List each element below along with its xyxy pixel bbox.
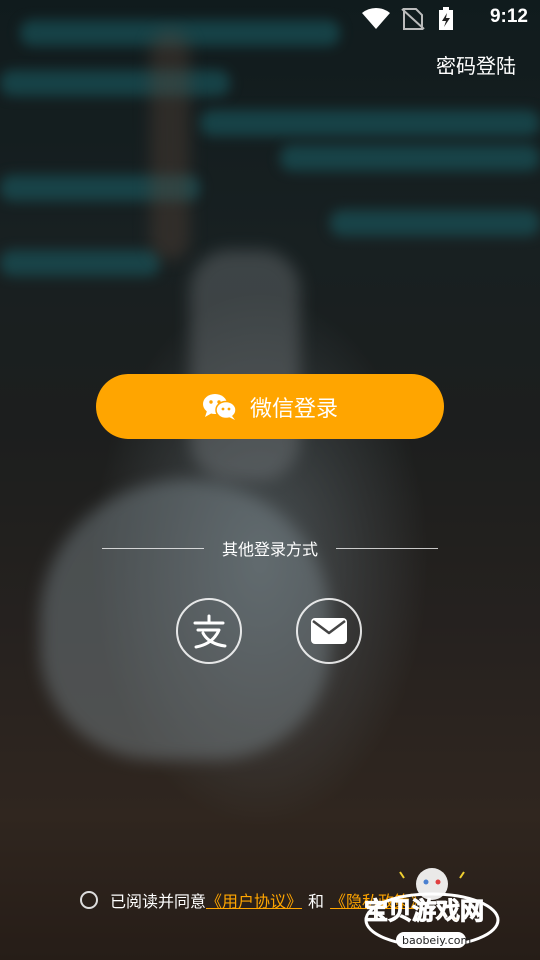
- watermark-text: 宝贝游戏网: [364, 897, 484, 925]
- watermark-logo: 宝贝游戏网 baobeiy.com: [364, 868, 500, 948]
- agreement-radio[interactable]: [80, 891, 98, 909]
- wifi-icon: [362, 7, 390, 30]
- wechat-login-button[interactable]: 微信登录: [96, 374, 444, 439]
- divider-line-right: [336, 547, 439, 549]
- alipay-icon: [193, 614, 227, 649]
- agreement-prefix: 已阅读并同意: [110, 892, 207, 911]
- other-login-divider: 其他登录方式: [102, 536, 439, 560]
- alipay-login-button[interactable]: [176, 598, 242, 664]
- status-time: 9:12: [489, 6, 528, 27]
- divider-line-left: [102, 547, 204, 549]
- other-login-label: 其他登录方式: [222, 540, 319, 559]
- status-bar: 9:12: [0, 0, 540, 36]
- login-screen: 9:12 密码登陆 微信登录 其他登录方式 已阅读并同意 《用户协议》 和 《隐…: [0, 0, 540, 960]
- battery-charging-icon: [439, 7, 453, 30]
- email-icon: [311, 618, 347, 644]
- wechat-icon: [202, 393, 237, 420]
- user-agreement-link[interactable]: 《用户协议》: [206, 888, 302, 912]
- wechat-login-label: 微信登录: [249, 396, 338, 422]
- agreement-and: 和: [308, 892, 325, 911]
- no-sim-icon: [401, 8, 425, 30]
- watermark: 宝贝游戏网 baobeiy.com: [360, 862, 510, 954]
- watermark-url: baobeiy.com: [402, 934, 471, 947]
- status-icons: [362, 7, 453, 30]
- email-login-button[interactable]: [296, 598, 362, 664]
- background-overlay: [0, 0, 540, 960]
- password-login-link[interactable]: 密码登陆: [436, 50, 516, 79]
